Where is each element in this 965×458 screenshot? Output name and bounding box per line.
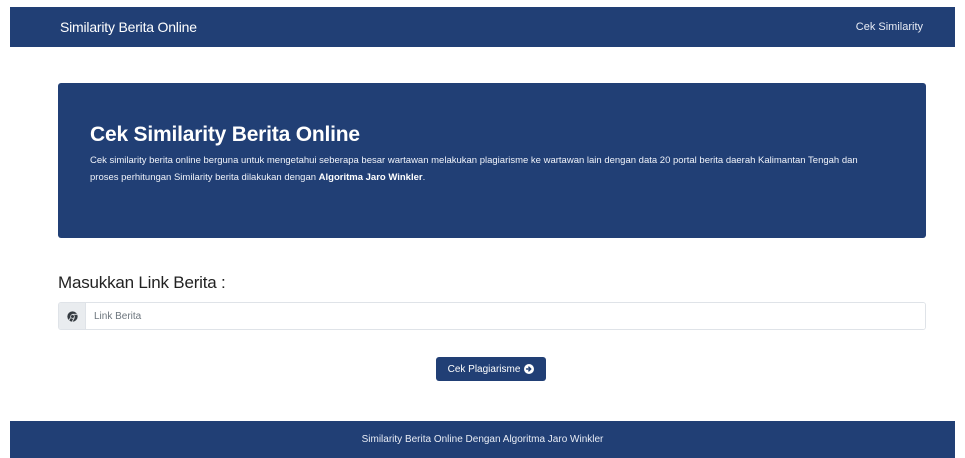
cek-plagiarisme-label: Cek Plagiarisme [447, 363, 521, 375]
hero-description-text: Cek similarity berita online berguna unt… [90, 155, 858, 183]
link-input-group [58, 302, 926, 330]
navbar-brand[interactable]: Similarity Berita Online [60, 19, 197, 35]
hero-description-algorithm: Algoritma Jaro Winkler [318, 172, 423, 183]
navbar: Similarity Berita Online Cek Similarity [10, 7, 955, 47]
nav-link-cek-similarity[interactable]: Cek Similarity [856, 21, 923, 33]
chrome-icon [59, 303, 86, 329]
arrow-circle-right-icon [524, 364, 535, 374]
footer-text: Similarity Berita Online Dengan Algoritm… [361, 434, 604, 445]
hero-title: Cek Similarity Berita Online [90, 123, 360, 146]
hero-banner: Cek Similarity Berita Online Cek similar… [58, 83, 926, 238]
hero-description: Cek similarity berita online berguna unt… [90, 152, 870, 186]
cek-plagiarisme-button[interactable]: Cek Plagiarisme [436, 357, 546, 381]
link-berita-input[interactable] [86, 303, 925, 329]
link-input-label: Masukkan Link Berita : [58, 273, 226, 292]
hero-description-end: . [422, 172, 426, 183]
footer: Similarity Berita Online Dengan Algoritm… [10, 421, 955, 458]
